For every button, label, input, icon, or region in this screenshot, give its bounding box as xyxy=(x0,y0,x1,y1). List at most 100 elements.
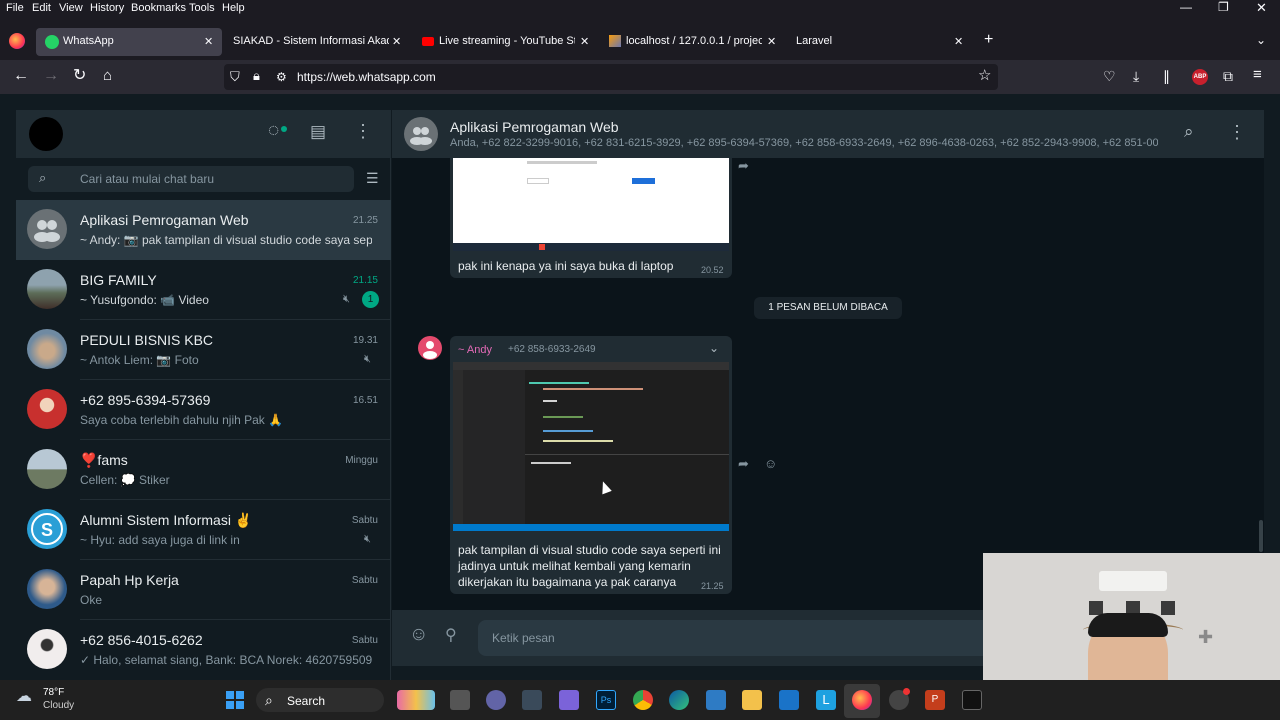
edge-icon[interactable] xyxy=(669,690,689,710)
chat-item[interactable]: Aplikasi Pemrogaman Web 21.25 ~ Andy: 📷 … xyxy=(16,200,391,260)
menu-help[interactable]: Help xyxy=(222,2,245,14)
library-icon[interactable]: ∥ xyxy=(1163,69,1170,83)
chat-name: BIG FAMILY xyxy=(80,272,157,288)
attach-icon[interactable]: ⚲ xyxy=(445,628,457,644)
react-emoji-icon[interactable]: ☺ xyxy=(764,457,777,471)
chat-item[interactable]: Papah Hp Kerja Sabtu Oke xyxy=(16,560,391,620)
list-tabs-icon[interactable]: ⌄ xyxy=(1256,33,1266,47)
pocket-icon[interactable]: ♡ xyxy=(1103,69,1116,83)
tab-close-icon[interactable]: ✕ xyxy=(954,35,963,49)
profile-avatar[interactable] xyxy=(29,117,63,151)
file-explorer-icon[interactable] xyxy=(742,690,762,710)
tab-close-icon[interactable]: ✕ xyxy=(580,35,589,49)
forward-icon[interactable]: ➦ xyxy=(738,159,749,173)
url-text[interactable]: https://web.whatsapp.com xyxy=(297,70,436,84)
menu-bar: File Edit View History Bookmarks Tools H… xyxy=(0,0,1280,16)
message-image[interactable] xyxy=(453,158,729,251)
tab-phpmyadmin[interactable]: localhost / 127.0.0.1 / project1 xyxy=(626,35,762,63)
tab-close-icon[interactable]: ✕ xyxy=(392,35,401,49)
photos-icon[interactable] xyxy=(706,690,726,710)
unread-divider: 1 PESAN BELUM DIBACA xyxy=(754,297,902,319)
chat-item[interactable]: +62 856-4015-6262 Sabtu ✓ Halo, selamat … xyxy=(16,620,391,680)
cloud-icon[interactable]: ☁ xyxy=(16,689,32,705)
chat-item[interactable]: ❣️fams Minggu Cellen: 💭 Stiker xyxy=(16,440,391,500)
menu-dots-icon[interactable]: ⋮ xyxy=(354,122,372,140)
tab-close-icon[interactable]: ✕ xyxy=(204,35,213,49)
forward-icon[interactable]: → xyxy=(43,68,59,84)
chat-avatar: S xyxy=(27,509,67,549)
mail-icon[interactable] xyxy=(779,690,799,710)
chat-name: Alumni Sistem Informasi ✌️ xyxy=(80,512,253,528)
teams-icon[interactable] xyxy=(486,690,506,710)
weather-temp[interactable]: 78°F xyxy=(43,687,64,698)
vscode-like-icon[interactable] xyxy=(559,690,579,710)
minimize-icon[interactable]: — xyxy=(1180,0,1192,14)
group-avatar[interactable] xyxy=(404,117,438,151)
menu-history[interactable]: History xyxy=(90,2,124,14)
learning-app-icon[interactable]: L xyxy=(816,690,836,710)
chevron-down-icon[interactable]: ⌄ xyxy=(709,341,719,355)
powerpoint-icon[interactable]: P xyxy=(925,690,945,710)
taskbar-search-label: Search xyxy=(287,694,326,708)
unread-badge: 1 xyxy=(362,291,379,308)
search-icon: ⌕ xyxy=(265,692,273,708)
menu-dots-icon[interactable]: ⋮ xyxy=(1228,123,1246,141)
chat-item[interactable]: S Alumni Sistem Informasi ✌️ Sabtu ~ Hyu… xyxy=(16,500,391,560)
new-tab-icon[interactable]: + xyxy=(984,32,993,48)
reload-icon[interactable]: ↻ xyxy=(73,68,86,84)
alumni-logo-icon: S xyxy=(31,513,63,545)
adblock-plus-icon[interactable]: ABP xyxy=(1192,69,1208,85)
firefox-menu-icon[interactable] xyxy=(9,33,25,49)
permissions-icon[interactable]: ⚙ xyxy=(276,70,287,84)
weather-desc[interactable]: Cloudy xyxy=(43,700,74,711)
menu-file[interactable]: File xyxy=(6,2,24,14)
restore-icon[interactable]: ❐ xyxy=(1218,0,1229,14)
tab-youtube[interactable]: Live streaming - YouTube Studi xyxy=(439,35,575,63)
tab-laravel[interactable]: Laravel xyxy=(796,35,832,63)
bookmark-star-icon[interactable]: ☆ xyxy=(978,68,991,83)
chrome-icon[interactable] xyxy=(633,690,653,710)
search-icon: ⌕ xyxy=(39,170,47,185)
menu-view[interactable]: View xyxy=(59,2,83,14)
menu-tools[interactable]: Tools xyxy=(189,2,215,14)
sender-name[interactable]: ~ Andy xyxy=(458,344,492,356)
sender-avatar[interactable] xyxy=(418,336,442,360)
message-image[interactable] xyxy=(453,362,729,531)
shield-icon[interactable]: ⛉ xyxy=(230,70,240,84)
windows-start-icon[interactable] xyxy=(225,690,245,710)
tab-close-icon[interactable]: ✕ xyxy=(767,35,776,49)
downloads-icon[interactable]: ⤓ xyxy=(1133,69,1139,83)
chat-item[interactable]: BIG FAMILY 21.15 ~ Yusufgondo: 📹 Video 🔇… xyxy=(16,260,391,320)
muted-icon: 🔇︎ xyxy=(343,293,350,305)
task-view-icon[interactable] xyxy=(450,690,470,710)
menu-bookmarks[interactable]: Bookmarks xyxy=(131,2,186,14)
chat-item[interactable]: +62 895-6394-57369 16.51 Saya coba terle… xyxy=(16,380,391,440)
scrollbar-thumb[interactable] xyxy=(1259,520,1263,552)
muted-icon: 🔇︎ xyxy=(364,533,371,545)
chat-item[interactable]: PEDULI BISNIS KBC 19.31 ~ Antok Liem: 📷 … xyxy=(16,320,391,380)
app-menu-icon[interactable]: ≡ xyxy=(1253,67,1262,82)
message-time: 20.52 xyxy=(701,265,724,275)
new-chat-icon[interactable]: ▤ xyxy=(310,123,326,140)
status-icon[interactable]: ◌ xyxy=(268,121,279,140)
back-icon[interactable]: ← xyxy=(13,68,29,84)
chat-preview: ~ Hyu: add saya juga di link in xyxy=(80,533,240,547)
firefox-icon[interactable] xyxy=(852,690,872,710)
photoshop-icon[interactable]: Ps xyxy=(596,690,616,710)
extensions-icon[interactable]: ⧉ xyxy=(1223,69,1233,83)
menu-edit[interactable]: Edit xyxy=(32,2,51,14)
tab-siakad[interactable]: SIAKAD - Sistem Informasi Akadem xyxy=(233,35,389,63)
search-highlight-icon[interactable] xyxy=(397,690,435,710)
lock-icon[interactable]: 🔒︎ xyxy=(253,69,260,83)
chat-preview: ✓ Halo, selamat siang, Bank: BCA Norek: … xyxy=(80,653,372,667)
forward-icon[interactable]: ➦ xyxy=(738,457,749,471)
home-icon[interactable]: ⌂ xyxy=(103,68,112,83)
search-icon[interactable]: ⌕ xyxy=(1184,123,1194,140)
filter-icon[interactable]: ☰ xyxy=(366,171,379,185)
emoji-icon[interactable]: ☺ xyxy=(409,625,428,644)
chat-avatar xyxy=(27,629,67,669)
chat-avatar xyxy=(27,569,67,609)
terminal-icon[interactable] xyxy=(962,690,982,710)
window-close-icon[interactable]: ✕ xyxy=(1256,0,1267,16)
app-icon[interactable] xyxy=(522,690,542,710)
